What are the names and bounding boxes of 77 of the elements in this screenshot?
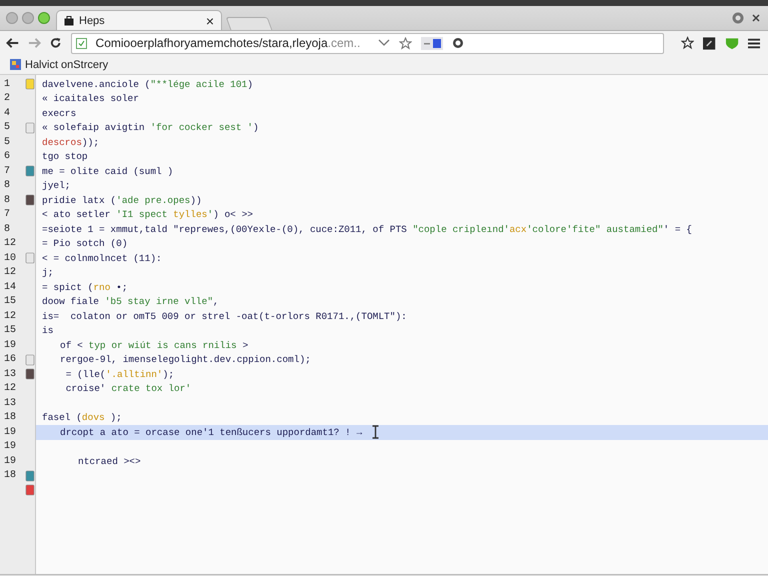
line-number: 2 xyxy=(3,93,12,104)
line-number: 19 xyxy=(3,441,18,452)
code-text: =seiote 1 = xmmut,tald "reprewes,(00Yexle-(0), cuce:Z011, of PTS "cople cripleınd'acx'colore'fite" austamied"' = { xyxy=(42,224,692,235)
code-text: j; xyxy=(42,267,54,278)
code-text: = spict (rno •; xyxy=(42,282,128,293)
text-cursor-icon xyxy=(372,425,380,440)
window-button[interactable] xyxy=(38,12,50,24)
line-number: 6 xyxy=(3,151,12,162)
code-text: < ato setler 'I1 spect tylles') o< >> xyxy=(42,209,253,220)
code-text: tgo stop xyxy=(42,151,88,162)
profile-icon[interactable] xyxy=(732,12,744,24)
star-icon[interactable] xyxy=(399,36,412,50)
code-text: me = olite caid (suml ) xyxy=(42,166,174,177)
bookmark-item[interactable]: Halvict onStrcery xyxy=(10,58,108,70)
code-text: « icaitales soler xyxy=(42,93,139,104)
line-number: 13 xyxy=(3,368,18,380)
browser-tab[interactable]: Heps × xyxy=(56,10,222,30)
line-number: 7 xyxy=(3,209,12,220)
code-text: = (lle('.alltinn'); xyxy=(64,368,174,380)
line-number: 4 xyxy=(3,108,12,119)
line-number: 19 xyxy=(3,340,18,351)
code-text: fasel (dovs ); xyxy=(42,412,122,424)
reload-icon[interactable] xyxy=(50,37,62,49)
line-number: 15 xyxy=(3,325,18,336)
star-icon[interactable] xyxy=(681,36,694,50)
line-number: 1 xyxy=(3,78,12,90)
code-text: pridie latx ('ade pre.opes)) xyxy=(42,194,202,206)
code-text: is= colaton or omT5 009 or strel -oat(t-orlors R0171.,(TOMLT"): xyxy=(42,310,407,322)
code-text: descros)); xyxy=(42,136,100,148)
code-text: rergoe-9l, imenselegolight.dev.cppion.coml); xyxy=(60,354,311,366)
line-number: 8 xyxy=(3,194,12,206)
line-number: 12 xyxy=(3,267,18,278)
line-number: 12 xyxy=(3,383,18,394)
chevron-down-icon[interactable] xyxy=(378,39,390,47)
code-text: doow fiale 'b5 stay irne vlle", xyxy=(42,296,219,308)
line-number: 13 xyxy=(3,398,18,409)
back-icon[interactable] xyxy=(6,37,20,49)
line-number: 15 xyxy=(3,296,18,308)
line-number: 18 xyxy=(3,412,18,424)
address-field[interactable]: Comiooerplafhoryamemchotes/stara,rleyoja.cem.. xyxy=(70,32,664,54)
close-tab-button[interactable]: × xyxy=(206,14,214,28)
url-text: Comiooerplafhoryamemchotes/stara,rleyoja xyxy=(96,36,328,50)
square-icon[interactable] xyxy=(703,36,716,50)
line-number: 7 xyxy=(3,166,12,177)
tab-title: Heps xyxy=(79,14,106,26)
menu-icon[interactable] xyxy=(748,38,760,48)
line-number: 12 xyxy=(3,238,18,250)
code-text: drcopt a ato = orcase one'1 tenßucers uppordamt1? ! → xyxy=(60,426,362,438)
code-text: < = colnmolncet (11): xyxy=(42,252,162,264)
bookmark-icon xyxy=(10,59,21,70)
code-text: of < typ or wiút is cans rnilis > xyxy=(60,340,248,351)
line-number: 5 xyxy=(3,136,12,148)
line-number: 8 xyxy=(3,180,12,192)
code-text: croise' crate tox lor' xyxy=(64,383,192,394)
circle-icon[interactable] xyxy=(452,37,464,49)
line-number: 18 xyxy=(3,470,18,482)
code-text: ntcraed ><> xyxy=(78,456,141,467)
extension-icon[interactable] xyxy=(421,36,444,50)
briefcase-icon xyxy=(64,16,74,26)
line-number: 14 xyxy=(3,282,18,293)
close-icon[interactable] xyxy=(752,14,760,22)
shield-icon[interactable] xyxy=(724,36,739,50)
code-text: jyel; xyxy=(42,180,71,192)
line-number: 5 xyxy=(3,122,12,134)
code-text: « solefaip avigtin 'for cocker sest ') xyxy=(42,122,259,134)
line-number: 10 xyxy=(3,252,18,264)
line-number: 19 xyxy=(3,456,18,467)
page-icon xyxy=(76,38,87,48)
line-number: 8 xyxy=(3,224,12,235)
url-suffix: .cem.. xyxy=(328,36,360,50)
line-number: 16 xyxy=(3,354,18,366)
code-text: davelvene.anciole ("**lége acile 101) xyxy=(42,78,253,90)
code-text: is xyxy=(42,325,54,336)
line-number: 12 xyxy=(3,310,18,322)
code-text: execrs xyxy=(42,108,76,119)
code-text: = Pio sotch (0) xyxy=(42,238,128,250)
line-number: 19 xyxy=(3,426,18,438)
